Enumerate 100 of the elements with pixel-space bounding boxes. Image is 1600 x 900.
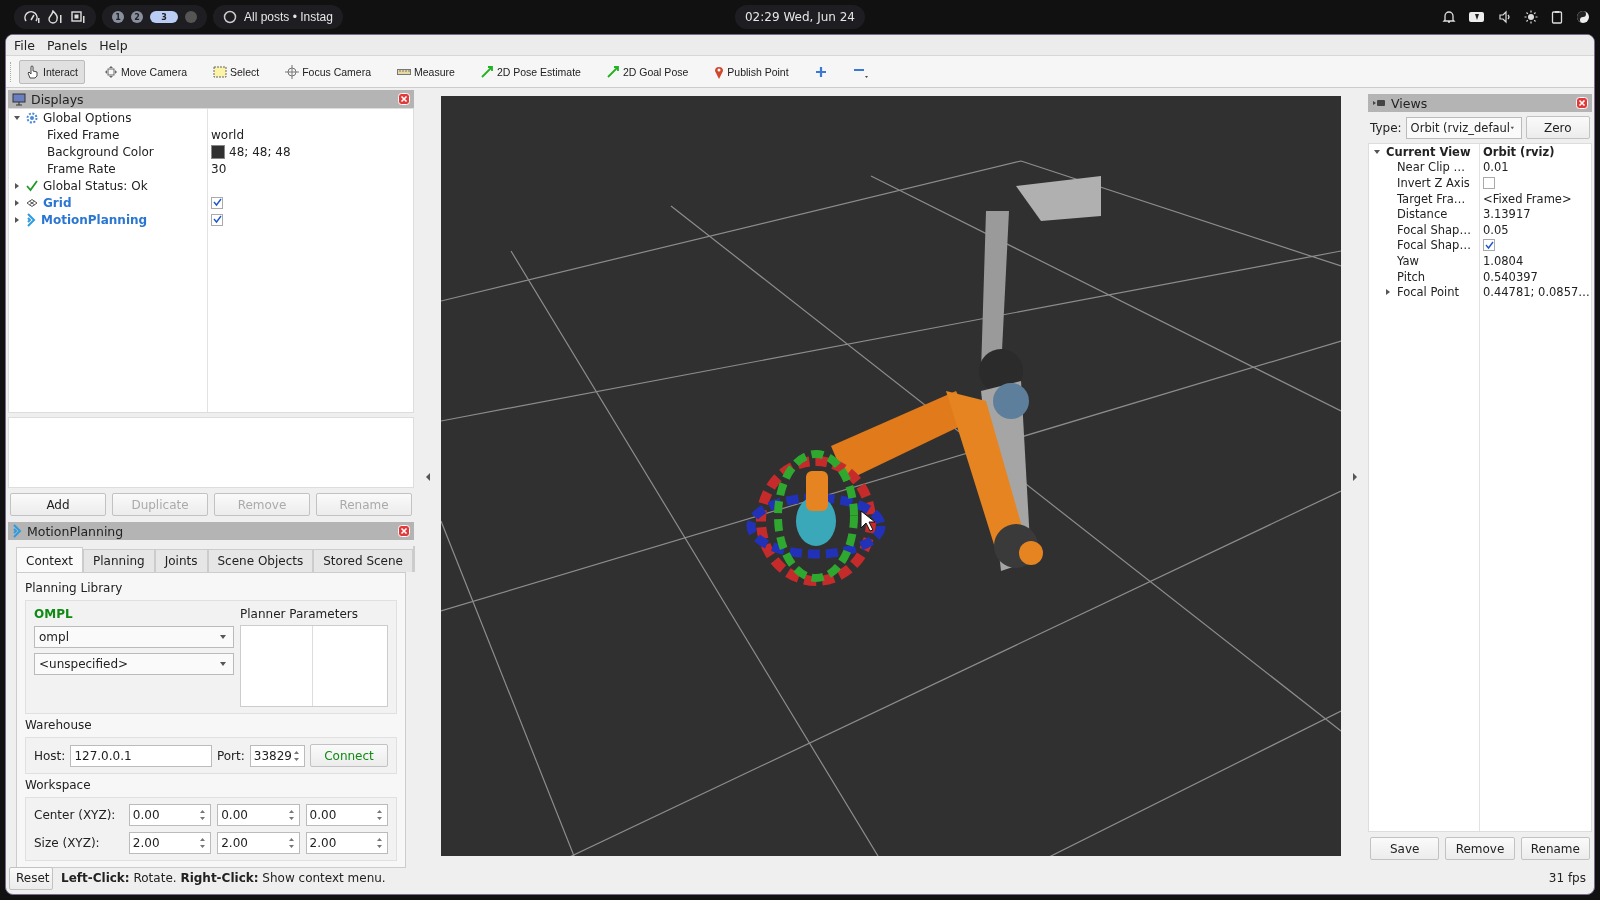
yin-yang-icon[interactable] bbox=[1576, 10, 1590, 24]
property-group[interactable]: Current View bbox=[1386, 144, 1471, 159]
checkbox[interactable] bbox=[211, 196, 223, 209]
expand-arrow-icon[interactable] bbox=[1384, 288, 1392, 297]
host-field[interactable]: 127.0.0.1 bbox=[70, 744, 212, 767]
expand-arrow-icon[interactable] bbox=[13, 215, 21, 224]
property-name: Near Clip … bbox=[1397, 160, 1465, 175]
property-value: 3.13917 bbox=[1483, 207, 1531, 222]
property-name: Focal Shap… bbox=[1397, 222, 1471, 237]
property-name: Fixed Frame bbox=[47, 127, 120, 142]
battery-icon[interactable] bbox=[1468, 11, 1486, 23]
workspace-indicator[interactable]: 1 bbox=[112, 11, 124, 23]
tool-button[interactable]: Interact bbox=[19, 59, 86, 84]
collapse-arrow-icon[interactable] bbox=[1373, 147, 1381, 156]
dropdown[interactable]: ompl bbox=[34, 626, 234, 648]
brightness-icon[interactable] bbox=[1524, 10, 1538, 24]
expand-arrow-icon[interactable] bbox=[13, 181, 21, 190]
section-heading: Planning Library bbox=[25, 581, 124, 595]
panel-button[interactable]: Remove bbox=[1445, 837, 1515, 860]
connect-button[interactable]: Connect bbox=[310, 744, 388, 767]
panel-title: Views bbox=[1391, 95, 1428, 111]
tool-button[interactable]: 2D Goal Pose bbox=[599, 59, 696, 84]
property-name: Background Color bbox=[47, 144, 154, 159]
tool-button[interactable]: Select bbox=[206, 59, 267, 84]
section-heading: Workspace bbox=[25, 778, 92, 792]
tab[interactable]: Stored Scene bbox=[313, 549, 413, 572]
pose-arrow-icon bbox=[606, 65, 620, 78]
menu-item[interactable]: Help bbox=[99, 37, 128, 53]
reset-button[interactable]: Reset bbox=[9, 866, 53, 890]
tool-button[interactable]: Publish Point bbox=[707, 59, 796, 84]
tree-item[interactable]: Global Status: Ok bbox=[43, 178, 148, 193]
number-field[interactable]: 0.00 bbox=[217, 804, 300, 826]
tab[interactable]: Joints bbox=[154, 549, 208, 572]
number-field[interactable]: 0.00 bbox=[128, 804, 212, 826]
checkmark-icon bbox=[26, 179, 38, 192]
panel-button[interactable]: Rename bbox=[1520, 837, 1590, 860]
panel-button[interactable]: Save bbox=[1370, 837, 1440, 860]
selection-rectangle-icon bbox=[213, 65, 227, 78]
tab[interactable]: Planning bbox=[83, 549, 155, 572]
property-name: Target Fra… bbox=[1397, 191, 1466, 206]
section-label: Planner Parameters bbox=[240, 607, 359, 621]
monitor-icon bbox=[12, 92, 26, 106]
close-button[interactable] bbox=[398, 525, 410, 537]
port-field[interactable]: 33829 bbox=[249, 744, 305, 767]
zero-button[interactable]: Zero bbox=[1525, 116, 1590, 139]
loading-ring-icon bbox=[223, 10, 237, 24]
menu-item[interactable]: Panels bbox=[46, 37, 88, 53]
number-field[interactable]: 2.00 bbox=[128, 832, 212, 854]
color-swatch[interactable] bbox=[211, 144, 225, 159]
number-field[interactable]: 2.00 bbox=[305, 832, 388, 854]
tab[interactable]: Scene Objects bbox=[207, 549, 314, 572]
menu-item[interactable]: File bbox=[14, 37, 35, 53]
bell-icon[interactable] bbox=[1442, 10, 1456, 24]
tool-button[interactable]: Focus Camera bbox=[278, 59, 379, 84]
expand-arrow-icon[interactable] bbox=[13, 198, 21, 207]
checkbox[interactable] bbox=[1483, 177, 1495, 189]
checkbox[interactable] bbox=[1483, 239, 1495, 252]
collapse-left-icon[interactable] bbox=[424, 473, 431, 481]
checkbox[interactable] bbox=[211, 213, 223, 226]
property-name: Invert Z Axis bbox=[1397, 176, 1470, 190]
panel-button[interactable]: Add bbox=[10, 493, 106, 516]
speaker-icon[interactable] bbox=[1498, 10, 1512, 24]
tool-button[interactable]: Move Camera bbox=[97, 59, 194, 84]
collapse-arrow-icon[interactable] bbox=[13, 113, 21, 122]
collapse-right-icon[interactable] bbox=[1351, 473, 1358, 481]
tree-item[interactable]: MotionPlanning bbox=[41, 212, 148, 227]
section-heading: Warehouse bbox=[25, 718, 93, 732]
field-label: Type: bbox=[1370, 120, 1402, 135]
property-name: Yaw bbox=[1397, 253, 1419, 268]
property-name: Focal Point bbox=[1397, 285, 1459, 300]
gauge-icon[interactable] bbox=[24, 10, 40, 24]
grid-icon bbox=[26, 197, 38, 208]
camera-icon bbox=[1372, 98, 1386, 108]
dropdown[interactable]: <unspecified> bbox=[34, 653, 234, 675]
close-button[interactable] bbox=[1576, 97, 1588, 109]
property-name: Focal Shap… bbox=[1397, 238, 1471, 253]
flame-icon[interactable] bbox=[47, 10, 63, 24]
tree-item[interactable]: Global Options bbox=[43, 110, 132, 125]
number-field[interactable]: 0.00 bbox=[305, 804, 388, 826]
workspace-indicator[interactable]: 3 bbox=[150, 11, 178, 23]
field-label: Center (XYZ): bbox=[34, 808, 117, 822]
property-value: world bbox=[211, 127, 245, 142]
property-value: <Fixed Frame> bbox=[1483, 191, 1572, 206]
clock[interactable]: 02:29 Wed, Jun 24 bbox=[735, 5, 865, 29]
tool-button[interactable]: Measure bbox=[390, 59, 462, 84]
tool-button[interactable]: 2D Pose Estimate bbox=[473, 59, 588, 84]
tab[interactable]: Context bbox=[16, 547, 83, 572]
library-name: OMPL bbox=[34, 607, 74, 621]
property-value: 0.44781; 0.0857… bbox=[1483, 285, 1590, 300]
chip-icon[interactable] bbox=[70, 10, 86, 24]
motion-arrow-icon bbox=[12, 524, 22, 538]
panel-title: Displays bbox=[31, 91, 84, 107]
number-field[interactable]: 2.00 bbox=[217, 832, 300, 854]
workspace-dot[interactable] bbox=[185, 11, 197, 23]
tree-item[interactable]: Grid bbox=[43, 195, 72, 210]
workspace-indicator[interactable]: 2 bbox=[131, 11, 143, 23]
view-type-dropdown[interactable]: Orbit (rviz_defaul bbox=[1405, 116, 1522, 139]
clipboard-icon[interactable] bbox=[1550, 10, 1564, 24]
close-button[interactable] bbox=[398, 93, 410, 105]
property-value: 0.01 bbox=[1483, 160, 1509, 175]
